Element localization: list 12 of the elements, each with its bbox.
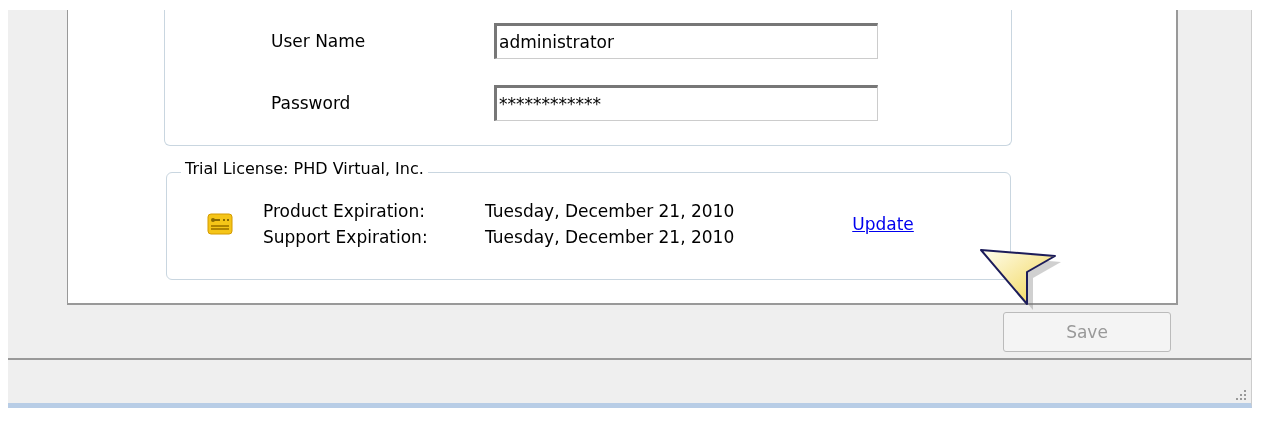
info-value: Tuesday, December 21, 2010 — [485, 201, 735, 221]
info-value: Tuesday, December 21, 2010 — [485, 227, 735, 247]
input-field[interactable]: ************ — [494, 85, 878, 121]
input-field[interactable]: administrator — [494, 23, 878, 59]
field-label: User Name — [271, 31, 367, 51]
resize-grip-icon — [1233, 389, 1247, 403]
update-link[interactable]: Update — [852, 214, 914, 234]
license-key-icon — [207, 213, 233, 235]
info-label: Product Expiration: — [263, 201, 426, 221]
field-label: Password — [271, 93, 352, 113]
group-title: Trial License: PHD Virtual, Inc. — [181, 159, 428, 178]
info-label: Support Expiration: — [263, 227, 429, 247]
